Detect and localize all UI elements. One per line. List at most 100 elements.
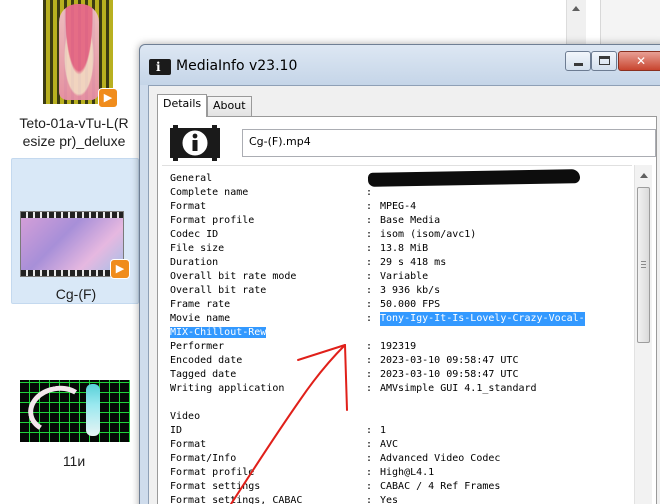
- title-bar[interactable]: MediaInfo v23.10 ✕: [140, 45, 660, 85]
- info-key: ID: [170, 425, 183, 436]
- info-separator: :: [366, 481, 373, 492]
- minimize-button[interactable]: [565, 51, 591, 71]
- info-key: Frame rate: [170, 299, 231, 310]
- info-key: Format profile: [170, 467, 255, 478]
- scrollbar-thumb[interactable]: [637, 187, 650, 343]
- file-label: 11и: [62, 453, 86, 469]
- info-value: Base Media: [380, 215, 441, 226]
- info-key: Writing application: [170, 383, 285, 394]
- video-file-badge-icon: ▶: [110, 259, 130, 279]
- info-text: General Complete name: Format: MPEG-4 Format…: [170, 172, 585, 504]
- info-row: Codec ID: isom (isom/avc1): [170, 228, 476, 242]
- info-value: 192319: [380, 341, 417, 352]
- info-value: 50.000 FPS: [380, 299, 441, 310]
- info-row: ID:1: [170, 424, 386, 438]
- info-value: CABAC / 4 Ref Frames: [380, 481, 501, 492]
- close-button[interactable]: ✕: [618, 51, 660, 71]
- info-value: 29 s 418 ms: [380, 257, 447, 268]
- info-key: Encoded date: [170, 355, 243, 366]
- info-separator: :: [366, 495, 373, 504]
- info-separator: :: [366, 215, 373, 226]
- section-heading-video: Video: [170, 411, 201, 422]
- info-value: isom (isom/avc1): [380, 229, 477, 240]
- info-value: 3 936 kb/s: [380, 285, 441, 296]
- info-value: Variable: [380, 271, 429, 282]
- file-item-11[interactable]: 11и: [10, 376, 138, 476]
- info-key: Format settings, CABAC: [170, 495, 303, 504]
- file-item-cg[interactable]: ▶ Cg-(F): [11, 158, 139, 304]
- info-value: MPEG-4: [380, 201, 417, 212]
- file-label: Cg-(F): [55, 286, 97, 302]
- info-row: Format: MPEG-4: [170, 200, 416, 214]
- background-window-edge: [600, 0, 660, 46]
- thumbnail-arc: [24, 381, 92, 439]
- info-key: Format settings: [170, 481, 261, 492]
- info-separator: :: [366, 467, 373, 478]
- info-key: Overall bit rate mode: [170, 271, 297, 282]
- info-separator: :: [366, 201, 373, 212]
- info-separator: :: [366, 355, 373, 366]
- info-scrollbar[interactable]: [634, 165, 652, 504]
- scroll-up-icon[interactable]: [640, 173, 648, 178]
- info-value: 1: [380, 425, 387, 436]
- tab-details[interactable]: Details: [157, 94, 208, 117]
- info-key: Tagged date: [170, 369, 237, 380]
- info-separator: :: [366, 341, 373, 352]
- info-separator: :: [366, 425, 373, 436]
- film-strip-bottom: [21, 270, 123, 276]
- info-text-area[interactable]: General Complete name: Format: MPEG-4 Format…: [162, 165, 632, 504]
- file-label-line-2: esize pr)_deluxe: [22, 133, 126, 149]
- explorer-scrollbar[interactable]: [566, 0, 586, 46]
- file-name-field[interactable]: Cg-(F).mp4: [242, 129, 656, 157]
- info-separator: :: [366, 187, 373, 198]
- info-separator: :: [366, 271, 373, 282]
- info-row: File size:13.8 MiB: [170, 242, 428, 256]
- info-row: Format settings, CABAC: Yes: [170, 494, 398, 504]
- mediainfo-window: MediaInfo v23.10 ✕ Details About: [139, 44, 660, 504]
- info-separator: :: [366, 299, 373, 310]
- close-icon: ✕: [635, 54, 647, 68]
- file-label: Teto-01a-vTu-L(R esize pr)_deluxe: [10, 114, 138, 150]
- thumbnail-figure: [59, 4, 99, 100]
- info-key: Format: [170, 201, 207, 212]
- video-thumbnail: [20, 380, 130, 442]
- maximize-button[interactable]: [591, 51, 617, 71]
- scroll-up-icon[interactable]: [572, 6, 580, 11]
- info-separator: :: [366, 257, 373, 268]
- info-row: Movie name: Tony-Igy-It-Is-Lovely-Crazy-V…: [170, 312, 585, 326]
- info-row: Writing application: AMVsimple GUI 4.1_st…: [170, 382, 537, 396]
- info-value: Yes: [380, 495, 399, 504]
- info-value: Tony-Igy-It-Is-Lovely-Crazy-Vocal-: [380, 312, 585, 326]
- info-key: Format profile: [170, 215, 255, 226]
- info-separator: :: [366, 285, 373, 296]
- info-row: Format profile: High@L4.1: [170, 466, 434, 480]
- info-row: Format settings: CABAC / 4 Ref Frames: [170, 480, 500, 494]
- info-key: Format/Info: [170, 453, 237, 464]
- video-file-badge-icon: ▶: [98, 88, 118, 108]
- window-client-area: Details About Cg-(F).mp4 General Complete…: [148, 85, 660, 504]
- info-value: AVC: [380, 439, 399, 450]
- redaction-mark: [367, 169, 581, 187]
- info-row: Encoded date:2023-03-10 09:58:47 UTC: [170, 354, 518, 368]
- maximize-icon: [599, 56, 610, 65]
- info-separator: :: [366, 243, 373, 254]
- tab-about[interactable]: About: [207, 96, 252, 116]
- info-row: Format profile: Base Media: [170, 214, 440, 228]
- info-row-continuation: MIX-Chillout-Rew: [170, 326, 267, 340]
- info-value: 2023-03-10 09:58:47 UTC: [380, 369, 519, 380]
- thumbnail-figure: [86, 384, 100, 436]
- info-separator: :: [366, 383, 373, 394]
- info-row: Performer:192319: [170, 340, 416, 354]
- info-value: 2023-03-10 09:58:47 UTC: [380, 355, 519, 366]
- info-separator: :: [366, 229, 373, 240]
- info-key: Movie name: [170, 313, 231, 324]
- info-separator: :: [366, 453, 373, 464]
- info-row: Tagged date:2023-03-10 09:58:47 UTC: [170, 368, 518, 382]
- file-item-teto[interactable]: ▶ Teto-01a-vTu-L(R esize pr)_deluxe: [10, 0, 138, 160]
- file-label-line-1: Teto-01a-vTu-L(R: [19, 115, 129, 131]
- info-value: High@L4.1: [380, 467, 435, 478]
- film-strip-top: [21, 212, 123, 218]
- mediainfo-app-icon: [149, 59, 171, 75]
- info-row: Overall bit rate:3 936 kb/s: [170, 284, 440, 298]
